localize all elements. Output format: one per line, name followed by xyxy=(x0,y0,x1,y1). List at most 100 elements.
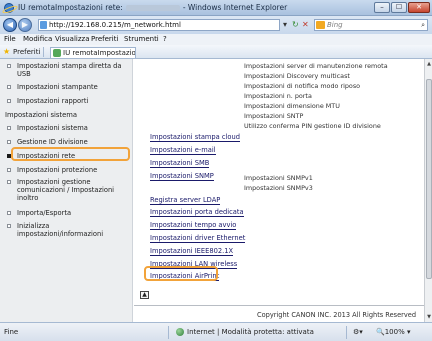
search-input[interactable]: Bing ⌕ xyxy=(314,19,428,31)
scroll-thumb[interactable] xyxy=(426,79,432,279)
sidebar-section-title: Impostazioni sistema xyxy=(5,111,78,119)
sidebar-item-security[interactable]: Impostazioni protezione xyxy=(7,166,131,174)
bing-logo-icon xyxy=(316,21,325,29)
tab-icon xyxy=(53,49,61,57)
sidebar-item-label: Inizializza impostazioni/informazioni xyxy=(17,222,104,238)
snmp-sub-item: Impostazioni SNMPv3 xyxy=(244,184,313,192)
bullet-icon xyxy=(7,140,11,144)
tab-title: IU remotaImpostazioni rete: xyxy=(63,49,136,57)
sidebar-item-initialize[interactable]: Inizializza impostazioni/informazioni xyxy=(7,222,131,238)
scroll-down-icon[interactable]: ▼ xyxy=(425,313,432,321)
top-list-item: Utilizzo conferma PIN gestione ID divisi… xyxy=(244,122,381,130)
close-button[interactable]: ✕ xyxy=(408,2,430,13)
minimize-button[interactable]: – xyxy=(374,2,390,13)
status-text: Fine xyxy=(4,328,19,336)
sidebar-item-label: Impostazioni protezione xyxy=(17,166,98,174)
redacted-text xyxy=(125,5,180,11)
sidebar-item-label: Impostazioni gestione comunicazioni / Im… xyxy=(17,178,115,202)
highlight-callout xyxy=(144,266,218,281)
dropdown-arrow-icon[interactable]: ▾ xyxy=(283,20,287,30)
url-field[interactable]: http://192.168.0.215/m_network.html xyxy=(38,19,280,31)
browser-tab[interactable]: IU remotaImpostazioni rete: xyxy=(50,47,136,58)
window-title-suffix: - Windows Internet Explorer xyxy=(182,3,288,12)
link-dedicated-port[interactable]: Impostazioni porta dedicata xyxy=(150,209,244,217)
sidebar-item-usb-print[interactable]: Impostazioni stampa diretta da USB xyxy=(7,62,131,78)
sidebar-item-import-export[interactable]: Importa/Esporta xyxy=(7,209,131,217)
link-ieee8021x[interactable]: Impostazioni IEEE802.1X xyxy=(150,248,234,256)
sidebar-item-label: Impostazioni sistema xyxy=(17,124,88,132)
divider xyxy=(346,326,347,339)
window-title: IU remotaImpostazioni rete: - Windows Int… xyxy=(18,3,287,12)
refresh-icon[interactable]: ↻ xyxy=(292,20,299,30)
menu-visualizza[interactable]: Visualizza xyxy=(55,35,89,43)
sidebar-item-communications[interactable]: Impostazioni gestione comunicazioni / Im… xyxy=(7,178,131,202)
top-list-item: Impostazioni Discovery multicast xyxy=(244,72,350,80)
address-bar: ◀ ▶ http://192.168.0.215/m_network.html … xyxy=(0,16,432,34)
divider xyxy=(43,47,44,57)
bullet-icon xyxy=(7,224,11,228)
link-ethernet-driver[interactable]: Impostazioni driver Ethernet xyxy=(150,235,246,243)
stop-icon[interactable]: ✕ xyxy=(302,20,309,30)
bullet-icon xyxy=(7,168,11,172)
menu-strumenti[interactable]: Strumenti xyxy=(124,35,159,43)
divider xyxy=(168,326,169,339)
status-bar: Fine Internet | Modalità protetta: attiv… xyxy=(0,322,432,341)
bullet-icon xyxy=(7,126,11,130)
menu-bar: File Modifica Visualizza Preferiti Strum… xyxy=(0,34,432,45)
sidebar-item-division-id[interactable]: Gestione ID divisione xyxy=(7,138,131,146)
sidebar-item-label: Importa/Esporta xyxy=(17,209,72,217)
main-panel: Impostazioni server di manutenzione remo… xyxy=(134,59,424,322)
search-placeholder: Bing xyxy=(327,21,343,29)
link-startup-time[interactable]: Impostazioni tempo avvio xyxy=(150,222,237,230)
link-ldap[interactable]: Registra server LDAP xyxy=(150,197,221,205)
scroll-up-icon[interactable]: ▲ xyxy=(425,60,432,68)
back-button[interactable]: ◀ xyxy=(3,18,17,32)
ie-logo-icon xyxy=(4,3,14,13)
top-list-item: Impostazioni n. porta xyxy=(244,92,312,100)
search-icon[interactable]: ⌕ xyxy=(421,20,425,30)
sidebar-item-label: Impostazioni stampante xyxy=(17,83,98,91)
menu-modifica[interactable]: Modifica xyxy=(23,35,52,43)
menu-help[interactable]: ? xyxy=(163,35,167,43)
back-to-top-button[interactable]: ▲ xyxy=(140,291,149,299)
copyright-text: Copyright CANON INC. 2013 All Rights Res… xyxy=(257,311,416,319)
link-smb[interactable]: Impostazioni SMB xyxy=(150,160,210,168)
sidebar-item-label: Impostazioni rapporti xyxy=(17,97,89,105)
vertical-scrollbar[interactable]: ▲ ▼ xyxy=(424,59,432,322)
snmp-sub-item: Impostazioni SNMPv1 xyxy=(244,174,313,182)
maximize-button[interactable]: ☐ xyxy=(391,2,407,13)
favorites-button[interactable]: Preferiti xyxy=(13,48,40,56)
link-email[interactable]: Impostazioni e-mail xyxy=(150,147,216,155)
link-cloud-print[interactable]: Impostazioni stampa cloud xyxy=(150,134,241,142)
bullet-icon xyxy=(7,180,11,184)
security-zone-label: Internet | Modalità protetta: attivata xyxy=(187,328,314,336)
window-title-prefix: IU remotaImpostazioni rete: xyxy=(18,3,123,12)
star-icon[interactable]: ★ xyxy=(3,47,10,56)
bullet-icon xyxy=(7,211,11,215)
menu-preferiti[interactable]: Preferiti xyxy=(91,35,118,43)
link-snmp[interactable]: Impostazioni SNMP xyxy=(150,173,214,181)
favorites-bar: ★ Preferiti IU remotaImpostazioni rete: xyxy=(0,45,432,59)
zoom-level: 100% xyxy=(384,328,405,336)
protected-mode-icon[interactable]: ⚙▾ xyxy=(353,328,363,336)
divider xyxy=(134,305,424,306)
top-list-item: Impostazioni SNTP xyxy=(244,112,304,120)
globe-icon xyxy=(176,328,184,336)
top-list-item: Impostazioni dimensione MTU xyxy=(244,102,340,110)
page-content: Impostazioni stampa diretta da USB Impos… xyxy=(0,59,424,322)
top-list-item: Impostazioni server di manutenzione remo… xyxy=(244,62,388,70)
sidebar-item-label: Impostazioni stampa diretta da USB xyxy=(17,62,122,78)
top-list-item: Impostazioni di notifica modo riposo xyxy=(244,82,361,90)
forward-button[interactable]: ▶ xyxy=(18,18,32,32)
bullet-icon xyxy=(7,64,11,68)
zoom-control[interactable]: 🔍100% ▾ xyxy=(376,328,410,336)
highlight-callout xyxy=(11,147,130,161)
sidebar-item-printer[interactable]: Impostazioni stampante xyxy=(7,83,131,91)
menu-file[interactable]: File xyxy=(4,35,16,43)
security-zone[interactable]: Internet | Modalità protetta: attivata xyxy=(176,328,314,336)
sidebar-item-reports[interactable]: Impostazioni rapporti xyxy=(7,97,131,105)
bullet-icon xyxy=(7,99,11,103)
sidebar-item-label: Gestione ID divisione xyxy=(17,138,88,146)
sidebar-item-system[interactable]: Impostazioni sistema xyxy=(7,124,131,132)
sidebar: Impostazioni stampa diretta da USB Impos… xyxy=(0,59,133,322)
